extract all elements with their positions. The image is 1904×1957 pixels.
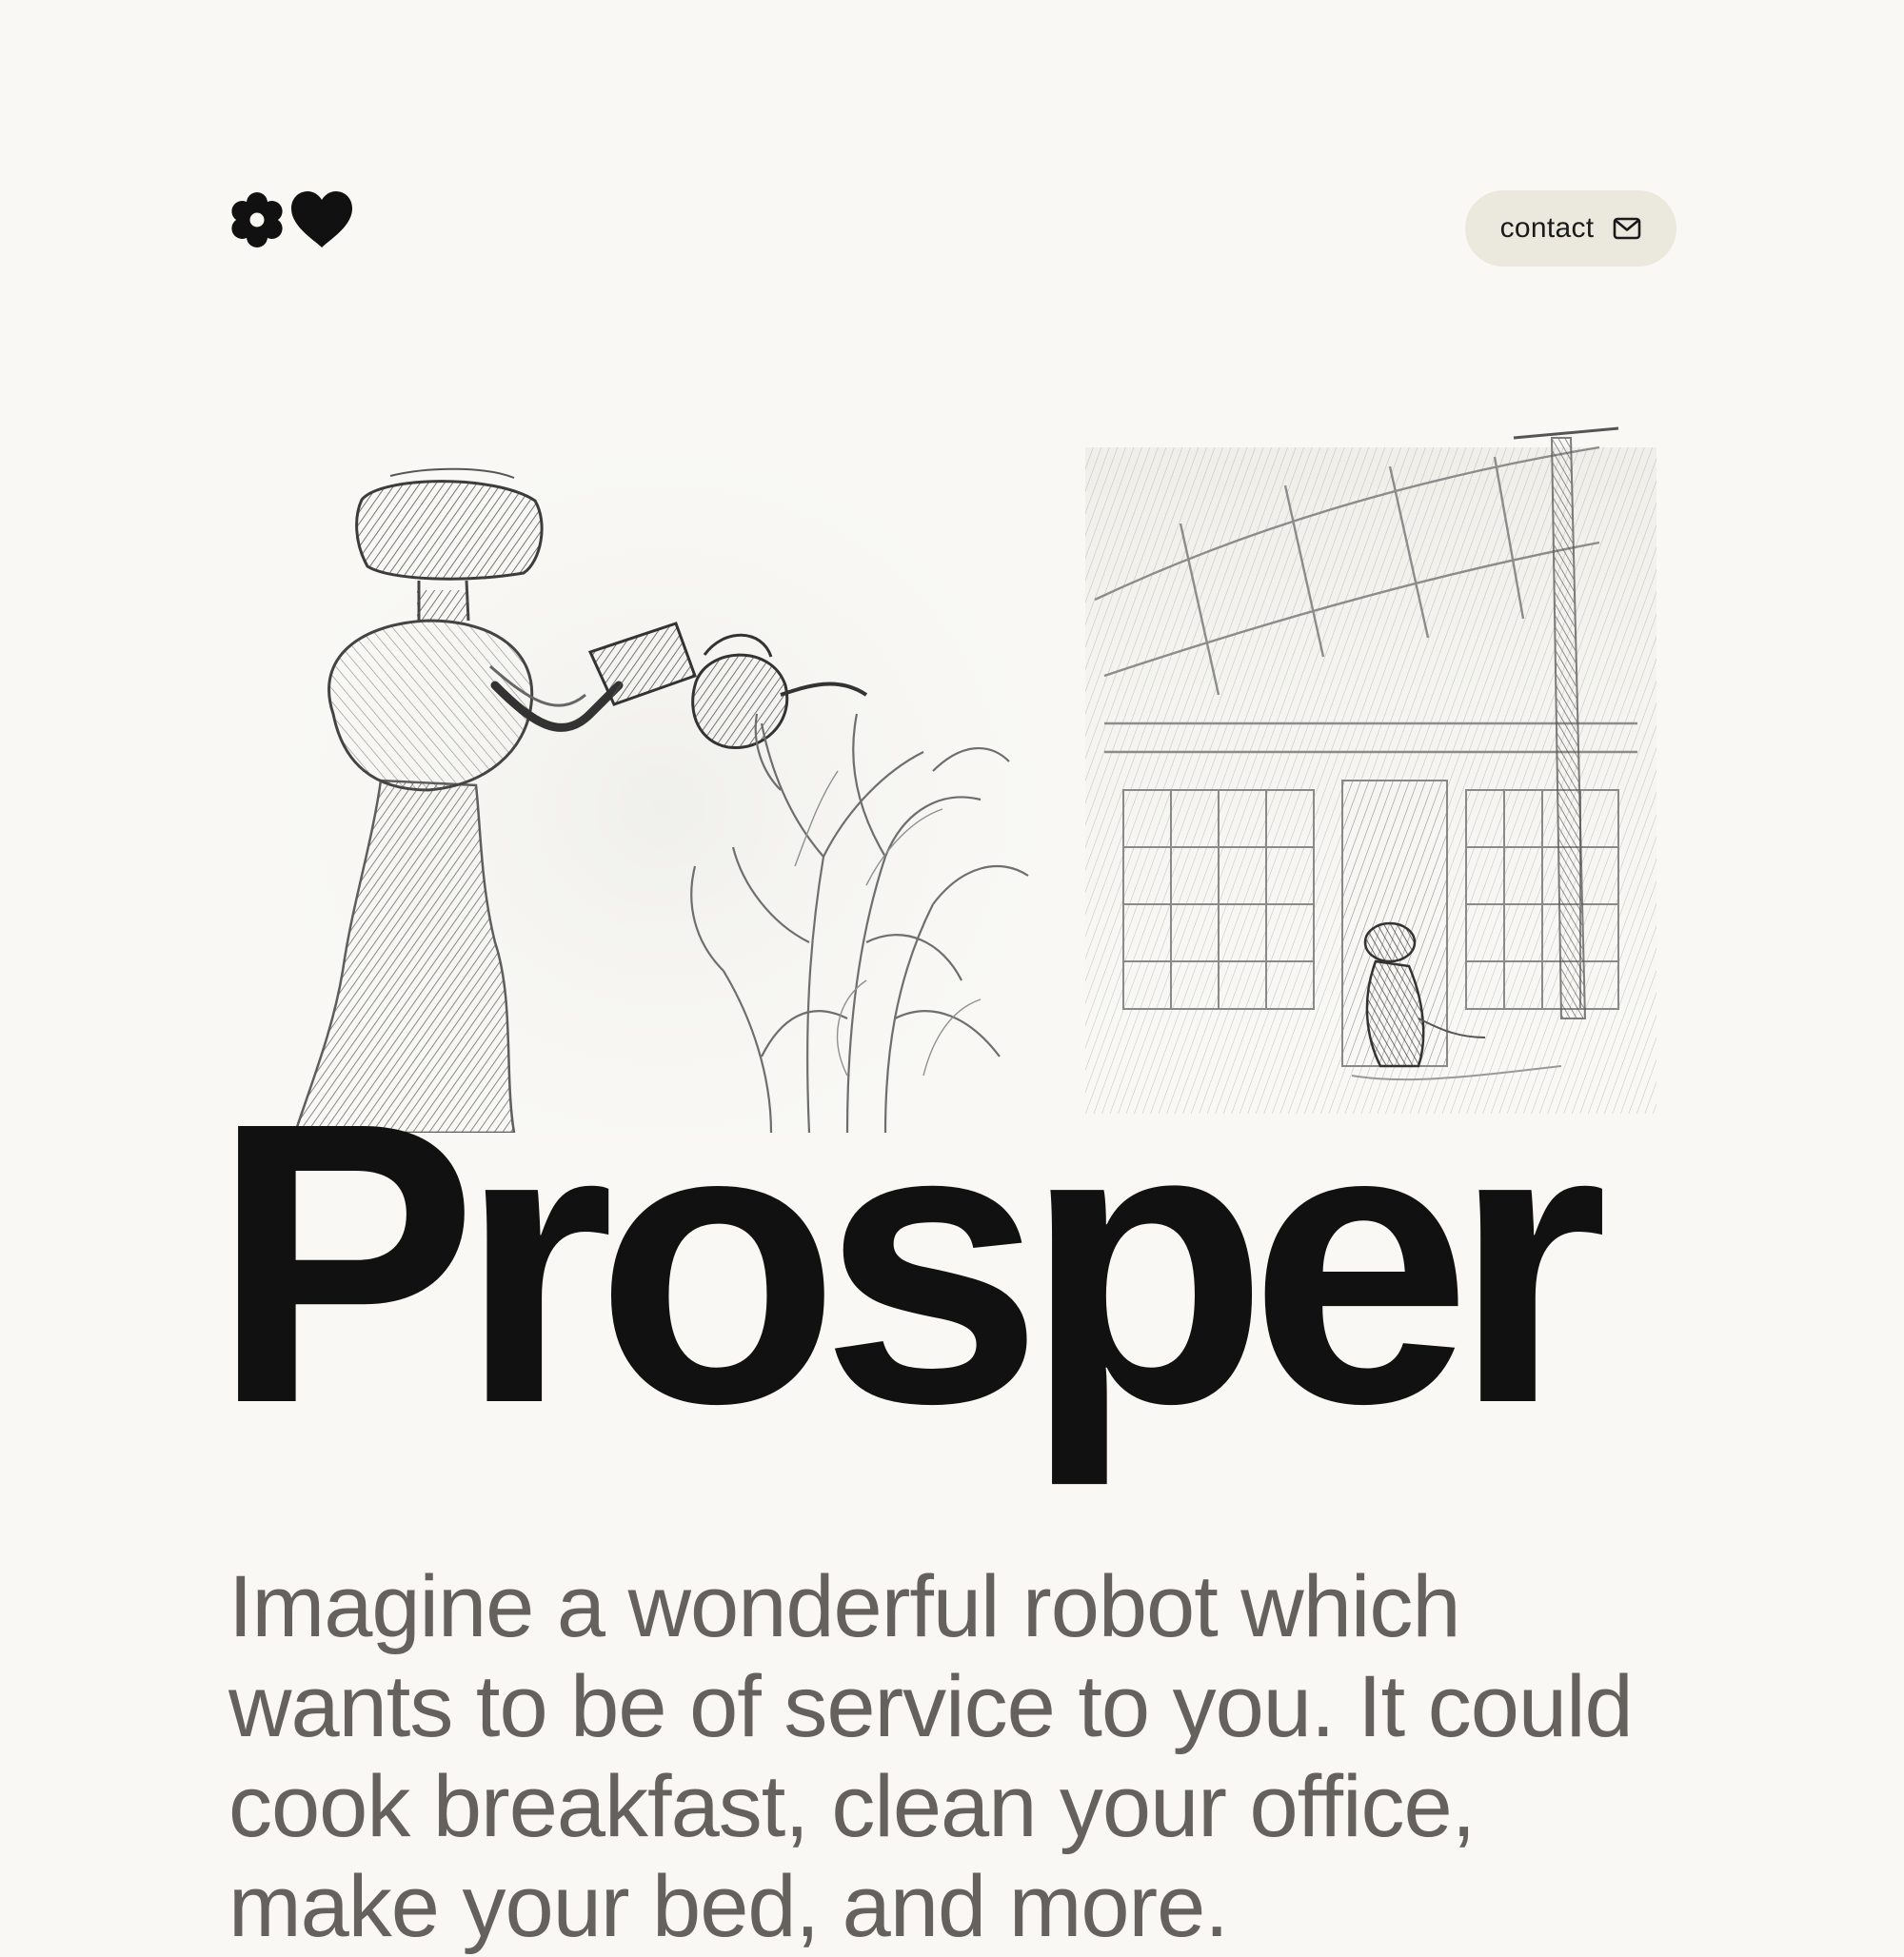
intro-text: Imagine a wonderful robot which wants to… (228, 1558, 1634, 1955)
robot-watering-plant-sketch (276, 409, 1047, 1133)
heart-icon (291, 191, 352, 247)
flower-icon (231, 192, 283, 247)
contact-button[interactable]: contact (1465, 190, 1676, 267)
hero-title: Prosper (211, 1040, 1608, 1487)
robot-in-greenhouse-sketch (1085, 426, 1656, 1114)
site-header: contact (227, 187, 1676, 267)
contact-button-label: contact (1499, 212, 1595, 244)
logo[interactable] (227, 187, 354, 253)
mail-icon (1614, 217, 1641, 240)
hero-illustrations (276, 409, 1676, 1133)
